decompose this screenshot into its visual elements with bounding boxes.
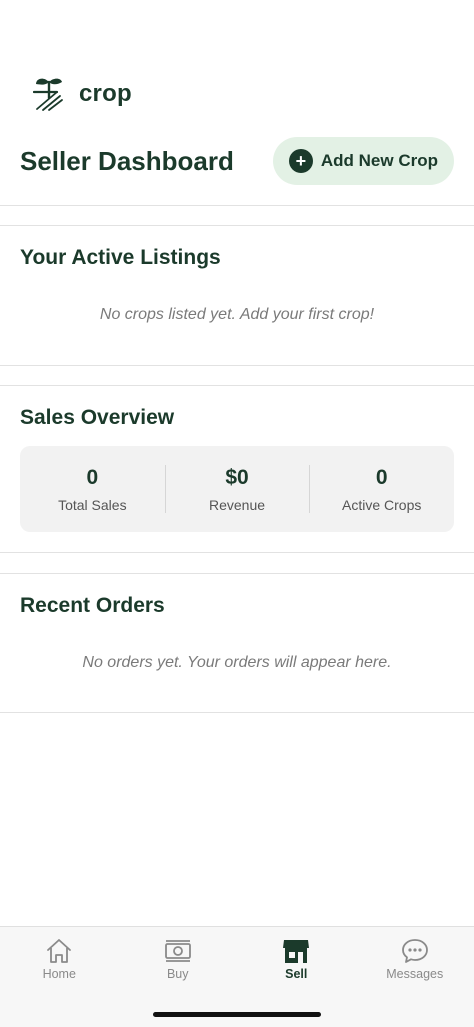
stat-label: Total Sales bbox=[58, 497, 127, 513]
plus-icon: + bbox=[288, 149, 313, 173]
page-title: Seller Dashboard bbox=[20, 145, 234, 176]
divider bbox=[0, 573, 474, 574]
tab-home[interactable]: Home bbox=[0, 927, 119, 1027]
stat-revenue: $0 Revenue bbox=[164, 465, 310, 513]
stat-value: 0 bbox=[86, 466, 99, 489]
app-name: crop bbox=[79, 80, 132, 107]
recent-orders-title: Recent Orders bbox=[20, 594, 165, 617]
add-new-crop-label: Add New Crop bbox=[320, 151, 438, 170]
tab-label: Buy bbox=[166, 967, 189, 981]
sales-stats-card: 0 Total Sales $0 Revenue 0 Active Crops bbox=[20, 446, 454, 532]
cash-icon bbox=[164, 940, 191, 962]
listings-empty-message: No crops listed yet. Add your first crop… bbox=[99, 306, 375, 323]
divider bbox=[0, 552, 474, 553]
tab-label: Home bbox=[42, 967, 76, 981]
home-icon bbox=[47, 939, 72, 963]
app-logo: crop bbox=[33, 74, 132, 114]
divider bbox=[0, 225, 474, 226]
divider bbox=[0, 205, 474, 206]
divider bbox=[0, 712, 474, 713]
stat-value: 0 bbox=[375, 466, 388, 489]
home-indicator bbox=[153, 1012, 321, 1017]
add-new-crop-button[interactable]: + Add New Crop bbox=[272, 137, 454, 185]
divider bbox=[0, 365, 474, 366]
tab-messages[interactable]: Messages bbox=[356, 927, 474, 1027]
stat-label: Revenue bbox=[208, 497, 266, 513]
stat-active-crops: 0 Active Crops bbox=[309, 465, 454, 513]
active-listings-title: Your Active Listings bbox=[20, 246, 221, 269]
storefront-icon bbox=[283, 940, 310, 963]
stat-label: Active Crops bbox=[342, 497, 422, 513]
divider bbox=[0, 385, 474, 386]
orders-empty-message: No orders yet. Your orders will appear h… bbox=[82, 654, 392, 671]
stat-total-sales: 0 Total Sales bbox=[20, 465, 165, 513]
chat-bubble-icon bbox=[401, 939, 428, 963]
sprout-logo-icon bbox=[33, 78, 63, 111]
tab-label: Messages bbox=[386, 967, 444, 981]
dashboard-header: Seller Dashboard + Add New Crop bbox=[20, 137, 454, 185]
sales-overview-title: Sales Overview bbox=[20, 406, 175, 429]
stat-value: $0 bbox=[225, 466, 249, 489]
tab-label: Sell bbox=[285, 967, 308, 981]
